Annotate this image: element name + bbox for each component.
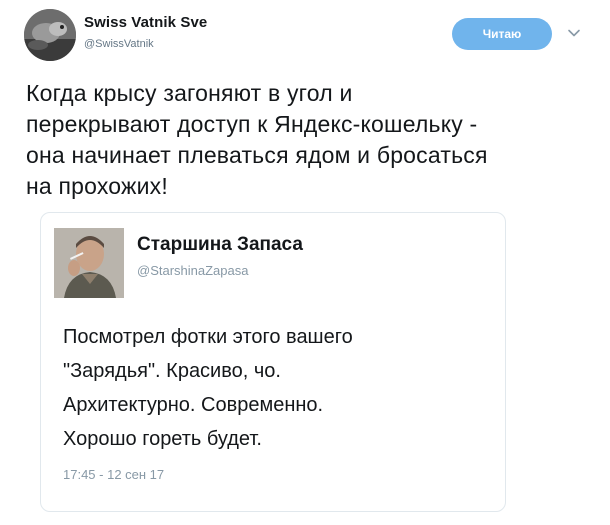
quoted-tweet-text: Посмотрел фотки этого вашего "Зарядья". … [63,326,353,450]
tweet-text: Когда крысу загоняют в угол и перекрываю… [26,80,488,199]
author-avatar[interactable] [24,9,76,61]
chevron-down-icon[interactable] [567,26,581,40]
avatar-image [24,9,76,61]
avatar-image [54,228,124,298]
author-name[interactable]: Swiss Vatnik Sve [84,14,207,31]
quoted-tweet-timestamp[interactable]: 17:45 - 12 сен 17 [63,467,164,482]
tweet-card: Swiss Vatnik Sve @SwissVatnik Читаю Когд… [0,0,610,525]
author-handle[interactable]: @SwissVatnik [84,38,154,50]
quoted-author-avatar[interactable] [54,228,124,298]
following-button[interactable]: Читаю [452,18,552,50]
quoted-tweet[interactable]: Старшина Запаса @StarshinaZapasa Посмотр… [40,212,506,512]
quoted-author-handle[interactable]: @StarshinaZapasa [137,263,248,278]
quoted-author-name[interactable]: Старшина Запаса [137,234,303,256]
